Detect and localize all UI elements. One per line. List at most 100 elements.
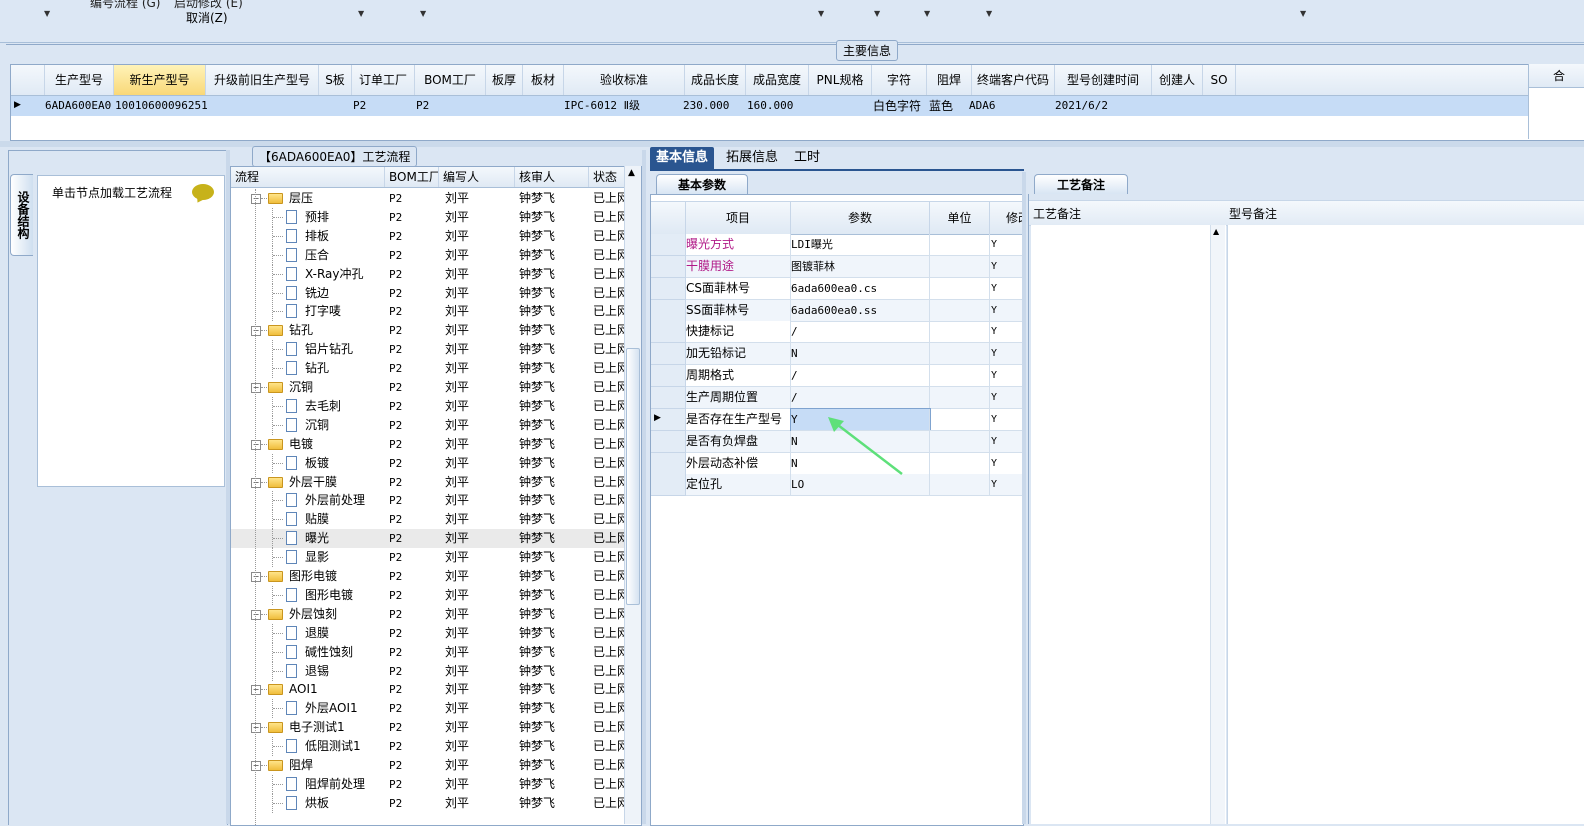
tree-folder-node[interactable]: − 钻孔 P2 刘平 钟梦飞 已上网: [231, 321, 625, 340]
chevron-down-icon[interactable]: ▼: [874, 9, 880, 18]
collapse-icon[interactable]: −: [251, 761, 261, 771]
col-header[interactable]: 升级前旧生产型号: [206, 65, 319, 95]
model-notes-textarea[interactable]: [1227, 225, 1584, 824]
cancel-button[interactable]: 取消(Z): [186, 9, 228, 26]
cell[interactable]: ADA6: [969, 96, 996, 116]
tree-node[interactable]: 曝光 P2 刘平 钟梦飞 已上网: [231, 529, 625, 549]
param-modify-flag[interactable]: Y: [990, 386, 1024, 409]
cell[interactable]: 10010600096251: [115, 96, 208, 116]
param-unit[interactable]: [930, 255, 990, 278]
chevron-down-icon[interactable]: ▼: [986, 9, 992, 18]
collapse-icon[interactable]: −: [251, 194, 261, 204]
tree-node[interactable]: 烘板 P2 刘平 钟梦飞 已上网: [231, 793, 625, 813]
scroll-up-icon[interactable]: ▲: [1213, 227, 1219, 236]
tree-node[interactable]: X-Ray冲孔 P2 刘平 钟梦飞 已上网: [231, 264, 625, 284]
param-row[interactable]: 加无铅标记 N Y: [651, 343, 1024, 366]
tree-folder-node[interactable]: − AOI1 P2 刘平 钟梦飞 已上网: [231, 680, 625, 699]
vertical-splitter[interactable]: [642, 150, 646, 824]
row-indicator[interactable]: [651, 430, 686, 453]
tree-folder-node[interactable]: − 图形电镀 P2 刘平 钟梦飞 已上网: [231, 567, 625, 586]
col-header[interactable]: 字符: [872, 65, 927, 95]
param-modify-flag[interactable]: Y: [990, 474, 1024, 497]
col-header[interactable]: 成品宽度: [746, 65, 809, 95]
row-indicator[interactable]: [651, 321, 686, 344]
param-modify-flag[interactable]: Y: [990, 430, 1024, 453]
tree-node[interactable]: 铣边 P2 刘平 钟梦飞 已上网: [231, 283, 625, 303]
col-header[interactable]: 成品长度: [685, 65, 746, 95]
param-unit[interactable]: [930, 321, 990, 344]
tab-basic-params[interactable]: 基本参数: [656, 174, 748, 195]
param-value[interactable]: 图镀菲林: [791, 255, 930, 278]
param-row[interactable]: SS面菲林号 6ada600ea0.ss Y: [651, 299, 1024, 322]
row-indicator[interactable]: [651, 452, 686, 475]
col-header[interactable]: 新生产型号: [114, 65, 206, 95]
col-header[interactable]: 创建人: [1152, 65, 1203, 95]
cell[interactable]: 6ADA600EA0: [45, 96, 111, 116]
col-header[interactable]: 单位: [930, 202, 990, 234]
chevron-down-icon[interactable]: ▼: [924, 9, 930, 18]
param-unit[interactable]: [930, 277, 990, 300]
cell[interactable]: P2: [353, 96, 366, 116]
param-row[interactable]: 快捷标记 / Y: [651, 321, 1024, 344]
param-modify-flag[interactable]: Y: [990, 255, 1024, 278]
param-modify-flag[interactable]: Y: [990, 453, 1024, 475]
col-header[interactable]: 工艺备注: [1033, 205, 1081, 222]
tab-craft-notes[interactable]: 工艺备注: [1034, 174, 1128, 195]
col-header[interactable]: 核审人: [515, 167, 589, 187]
param-unit[interactable]: [930, 386, 990, 409]
param-unit[interactable]: [930, 408, 990, 431]
param-modify-flag[interactable]: Y: [990, 409, 1024, 431]
tree-node[interactable]: 退锡 P2 刘平 钟梦飞 已上网: [231, 661, 625, 681]
col-header[interactable]: BOM工厂: [385, 167, 439, 187]
col-header[interactable]: 型号创建时间: [1055, 65, 1152, 95]
row-indicator[interactable]: [651, 365, 686, 388]
param-modify-flag[interactable]: Y: [990, 343, 1024, 366]
toolbar-label-1[interactable]: 编号流程 (G): [90, 0, 160, 11]
param-value[interactable]: LDI曝光: [791, 234, 930, 256]
table-row[interactable]: [11, 96, 1584, 116]
collapse-icon[interactable]: −: [251, 572, 261, 582]
col-header[interactable]: 参数: [791, 202, 930, 234]
tree-folder-node[interactable]: − 外层蚀刻 P2 刘平 钟梦飞 已上网: [231, 605, 625, 624]
tree-node[interactable]: 压合 P2 刘平 钟梦飞 已上网: [231, 245, 625, 265]
param-value[interactable]: 6ada600ea0.cs: [791, 277, 930, 300]
row-indicator[interactable]: [651, 234, 686, 256]
col-header[interactable]: 订单工厂: [352, 65, 415, 95]
col-header[interactable]: SO: [1203, 65, 1236, 95]
chevron-down-icon[interactable]: ▼: [358, 9, 364, 18]
tree-node[interactable]: 图形电镀 P2 刘平 钟梦飞 已上网: [231, 585, 625, 605]
tree-node[interactable]: 铝片钻孔 P2 刘平 钟梦飞 已上网: [231, 340, 625, 360]
collapse-icon[interactable]: −: [251, 685, 261, 696]
param-value[interactable]: 6ada600ea0.ss: [791, 299, 930, 322]
vertical-splitter[interactable]: [1022, 172, 1026, 824]
tree-node[interactable]: 阻焊前处理 P2 刘平 钟梦飞 已上网: [231, 774, 625, 794]
tree-node[interactable]: 外层前处理 P2 刘平 钟梦飞 已上网: [231, 491, 625, 511]
param-value[interactable]: /: [791, 321, 930, 344]
param-row[interactable]: 干膜用途 图镀菲林 Y: [651, 255, 1024, 278]
tab-basic-info[interactable]: 基本信息: [650, 147, 715, 169]
tab-equipment-structure[interactable]: 设备结构: [10, 174, 33, 256]
tree-folder-node[interactable]: − 外层干膜 P2 刘平 钟梦飞 已上网: [231, 473, 625, 492]
tree-node[interactable]: 板镀 P2 刘平 钟梦飞 已上网: [231, 453, 625, 473]
cell[interactable]: 蓝色: [929, 96, 953, 116]
tree-node[interactable]: 碱性蚀刻 P2 刘平 钟梦飞 已上网: [231, 642, 625, 662]
tree-node[interactable]: 预排 P2 刘平 钟梦飞 已上网: [231, 207, 625, 227]
tab-work-hours[interactable]: 工时: [788, 147, 826, 169]
param-modify-flag[interactable]: Y: [990, 299, 1024, 322]
col-header[interactable]: 状态: [589, 167, 625, 187]
col-header[interactable]: PNL规格: [809, 65, 872, 95]
collapse-icon[interactable]: −: [251, 609, 261, 620]
param-row[interactable]: 周期格式 / Y: [651, 365, 1024, 388]
collapse-icon[interactable]: −: [251, 326, 261, 337]
collapse-icon[interactable]: −: [251, 723, 261, 734]
tree-node[interactable]: 贴膜 P2 刘平 钟梦飞 已上网: [231, 510, 625, 530]
row-indicator[interactable]: [651, 299, 686, 322]
col-header[interactable]: S板: [319, 65, 352, 95]
param-modify-flag[interactable]: Y: [990, 321, 1024, 344]
param-unit[interactable]: [930, 299, 990, 322]
chevron-down-icon[interactable]: ▼: [420, 9, 426, 18]
cell[interactable]: 230.000: [683, 96, 729, 116]
collapse-icon[interactable]: −: [251, 383, 261, 393]
param-row[interactable]: CS面菲林号 6ada600ea0.cs Y: [651, 277, 1024, 300]
row-indicator[interactable]: ▶: [651, 408, 686, 431]
